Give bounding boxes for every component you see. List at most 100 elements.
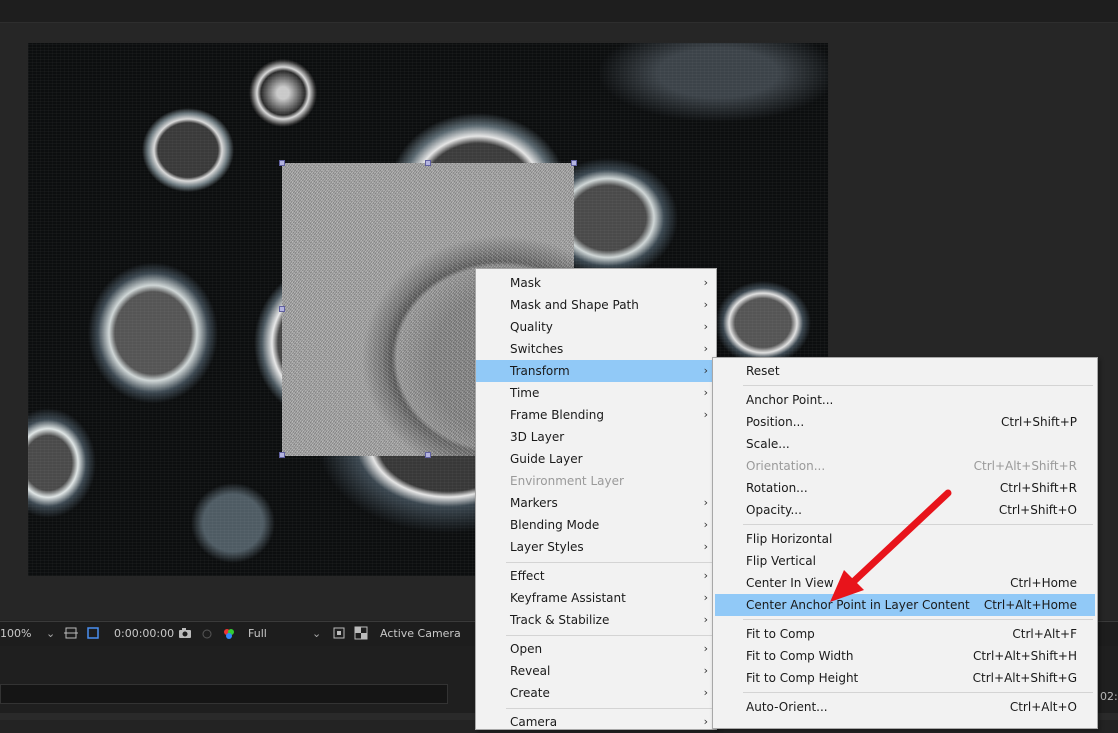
menu-item-auto-orient[interactable]: Auto-Orient... Ctrl+Alt+O [713, 696, 1097, 718]
submenu-arrow-icon: › [703, 386, 708, 399]
menu-item-flip-vertical[interactable]: Flip Vertical [713, 550, 1097, 572]
camera-snapshot-icon[interactable] [178, 626, 192, 640]
menu-item-shortcut: Ctrl+Alt+O [1009, 700, 1077, 714]
resolution-dropdown[interactable]: Full ⌄ [248, 626, 324, 642]
fast-previews-icon[interactable] [332, 626, 346, 640]
menu-item-reset[interactable]: Reset [713, 360, 1097, 382]
chevron-down-icon: ⌄ [312, 627, 322, 640]
timeline-search-field[interactable] [0, 684, 448, 704]
current-timecode[interactable]: 0:00:00:00 [114, 626, 174, 642]
show-snapshot-icon[interactable] [200, 626, 214, 640]
submenu-arrow-icon: › [703, 569, 708, 582]
menu-item-markers[interactable]: Markers › [476, 492, 716, 514]
menu-item-anchor-point[interactable]: Anchor Point... [713, 389, 1097, 411]
region-of-interest-icon[interactable] [86, 626, 100, 640]
menu-item-center-in-view[interactable]: Center In View Ctrl+Home [713, 572, 1097, 594]
submenu-arrow-icon: › [703, 496, 708, 509]
menu-separator [743, 692, 1093, 693]
submenu-arrow-icon: › [703, 591, 708, 604]
menu-item-label: Mask and Shape Path [510, 298, 639, 312]
menu-item-layer-styles[interactable]: Layer Styles › [476, 536, 716, 558]
menu-item-fit-to-comp-height[interactable]: Fit to Comp Height Ctrl+Alt+Shift+G [713, 667, 1097, 689]
zoom-dropdown[interactable]: 100% ⌄ [0, 626, 56, 642]
menu-item-shortcut: Ctrl+Alt+F [1012, 627, 1077, 641]
submenu-arrow-icon: › [703, 364, 708, 377]
menu-item-label: Anchor Point... [746, 393, 834, 407]
menu-separator [743, 619, 1093, 620]
menu-item-flip-horizontal[interactable]: Flip Horizontal [713, 528, 1097, 550]
menu-item-label: Effect [510, 569, 545, 583]
menu-item-label: Auto-Orient... [746, 700, 828, 714]
menu-item-open[interactable]: Open › [476, 638, 716, 660]
menu-item-label: Opacity... [746, 503, 802, 517]
color-channels-icon[interactable] [222, 626, 236, 640]
menu-item-3d-layer[interactable]: 3D Layer [476, 426, 716, 448]
menu-item-effect[interactable]: Effect › [476, 565, 716, 587]
menu-item-switches[interactable]: Switches › [476, 338, 716, 360]
menu-separator [743, 524, 1093, 525]
menu-item-shortcut: Ctrl+Shift+P [1001, 415, 1077, 429]
menu-separator [506, 562, 712, 563]
menu-item-label: Position... [746, 415, 805, 429]
menu-item-label: Open [510, 642, 543, 656]
menu-item-orientation: Orientation... Ctrl+Alt+Shift+R [713, 455, 1097, 477]
menu-item-label: Frame Blending [510, 408, 604, 422]
menu-item-keyframe-assistant[interactable]: Keyframe Assistant › [476, 587, 716, 609]
menu-item-label: Scale... [746, 437, 790, 451]
layer-handle-bottom-middle[interactable] [425, 452, 431, 458]
menu-item-label: Reset [746, 364, 780, 378]
layer-handle-top-right[interactable] [571, 160, 577, 166]
menu-item-label: Keyframe Assistant [510, 591, 626, 605]
menu-item-label: Switches [510, 342, 564, 356]
transparency-grid-icon[interactable] [354, 626, 368, 640]
menu-item-time[interactable]: Time › [476, 382, 716, 404]
menu-item-label: Flip Vertical [746, 554, 816, 568]
menu-item-rotation[interactable]: Rotation... Ctrl+Shift+R [713, 477, 1097, 499]
menu-item-guide-layer[interactable]: Guide Layer [476, 448, 716, 470]
menu-item-mask-and-shape-path[interactable]: Mask and Shape Path › [476, 294, 716, 316]
top-panel-bar [0, 0, 1118, 23]
menu-item-center-anchor-point[interactable]: Center Anchor Point in Layer Content Ctr… [715, 594, 1095, 616]
menu-item-fit-to-comp-width[interactable]: Fit to Comp Width Ctrl+Alt+Shift+H [713, 645, 1097, 667]
menu-item-label: Fit to Comp Height [746, 671, 859, 685]
camera-view-dropdown[interactable]: Active Camera [380, 626, 461, 642]
zoom-value: 100% [0, 627, 32, 640]
menu-item-environment-layer: Environment Layer [476, 470, 716, 492]
layer-handle-bottom-left[interactable] [279, 452, 285, 458]
menu-item-label: Transform [510, 364, 570, 378]
layer-handle-top-left[interactable] [279, 160, 285, 166]
menu-item-scale[interactable]: Scale... [713, 433, 1097, 455]
menu-separator [743, 385, 1093, 386]
submenu-arrow-icon: › [703, 664, 708, 677]
menu-item-fit-to-comp[interactable]: Fit to Comp Ctrl+Alt+F [713, 623, 1097, 645]
menu-item-shortcut: Ctrl+Shift+O [998, 503, 1077, 517]
menu-item-frame-blending[interactable]: Frame Blending › [476, 404, 716, 426]
submenu-arrow-icon: › [703, 642, 708, 655]
menu-item-label: Mask [510, 276, 541, 290]
menu-item-opacity[interactable]: Opacity... Ctrl+Shift+O [713, 499, 1097, 521]
menu-item-position[interactable]: Position... Ctrl+Shift+P [713, 411, 1097, 433]
menu-separator [506, 708, 712, 709]
menu-item-reveal[interactable]: Reveal › [476, 660, 716, 682]
submenu-arrow-icon: › [703, 298, 708, 311]
submenu-arrow-icon: › [703, 518, 708, 531]
menu-item-label: Camera [510, 715, 558, 729]
menu-item-camera[interactable]: Camera › [476, 711, 716, 733]
submenu-arrow-icon: › [703, 276, 708, 289]
submenu-arrow-icon: › [703, 408, 708, 421]
layer-handle-middle-left[interactable] [279, 306, 285, 312]
submenu-arrow-icon: › [703, 540, 708, 553]
timeline-time-ruler: 02: [1100, 690, 1118, 703]
menu-item-blending-mode[interactable]: Blending Mode › [476, 514, 716, 536]
layer-handle-top-middle[interactable] [425, 160, 431, 166]
menu-item-label: 3D Layer [510, 430, 565, 444]
menu-item-shortcut: Ctrl+Alt+Home [983, 598, 1077, 612]
menu-item-shortcut: Ctrl+Home [1010, 576, 1077, 590]
menu-item-transform[interactable]: Transform › [476, 360, 716, 382]
menu-item-track-and-stabilize[interactable]: Track & Stabilize › [476, 609, 716, 631]
menu-item-mask[interactable]: Mask › [476, 272, 716, 294]
menu-item-quality[interactable]: Quality › [476, 316, 716, 338]
submenu-arrow-icon: › [703, 342, 708, 355]
resolution-icon[interactable] [64, 626, 78, 640]
menu-item-create[interactable]: Create › [476, 682, 716, 704]
